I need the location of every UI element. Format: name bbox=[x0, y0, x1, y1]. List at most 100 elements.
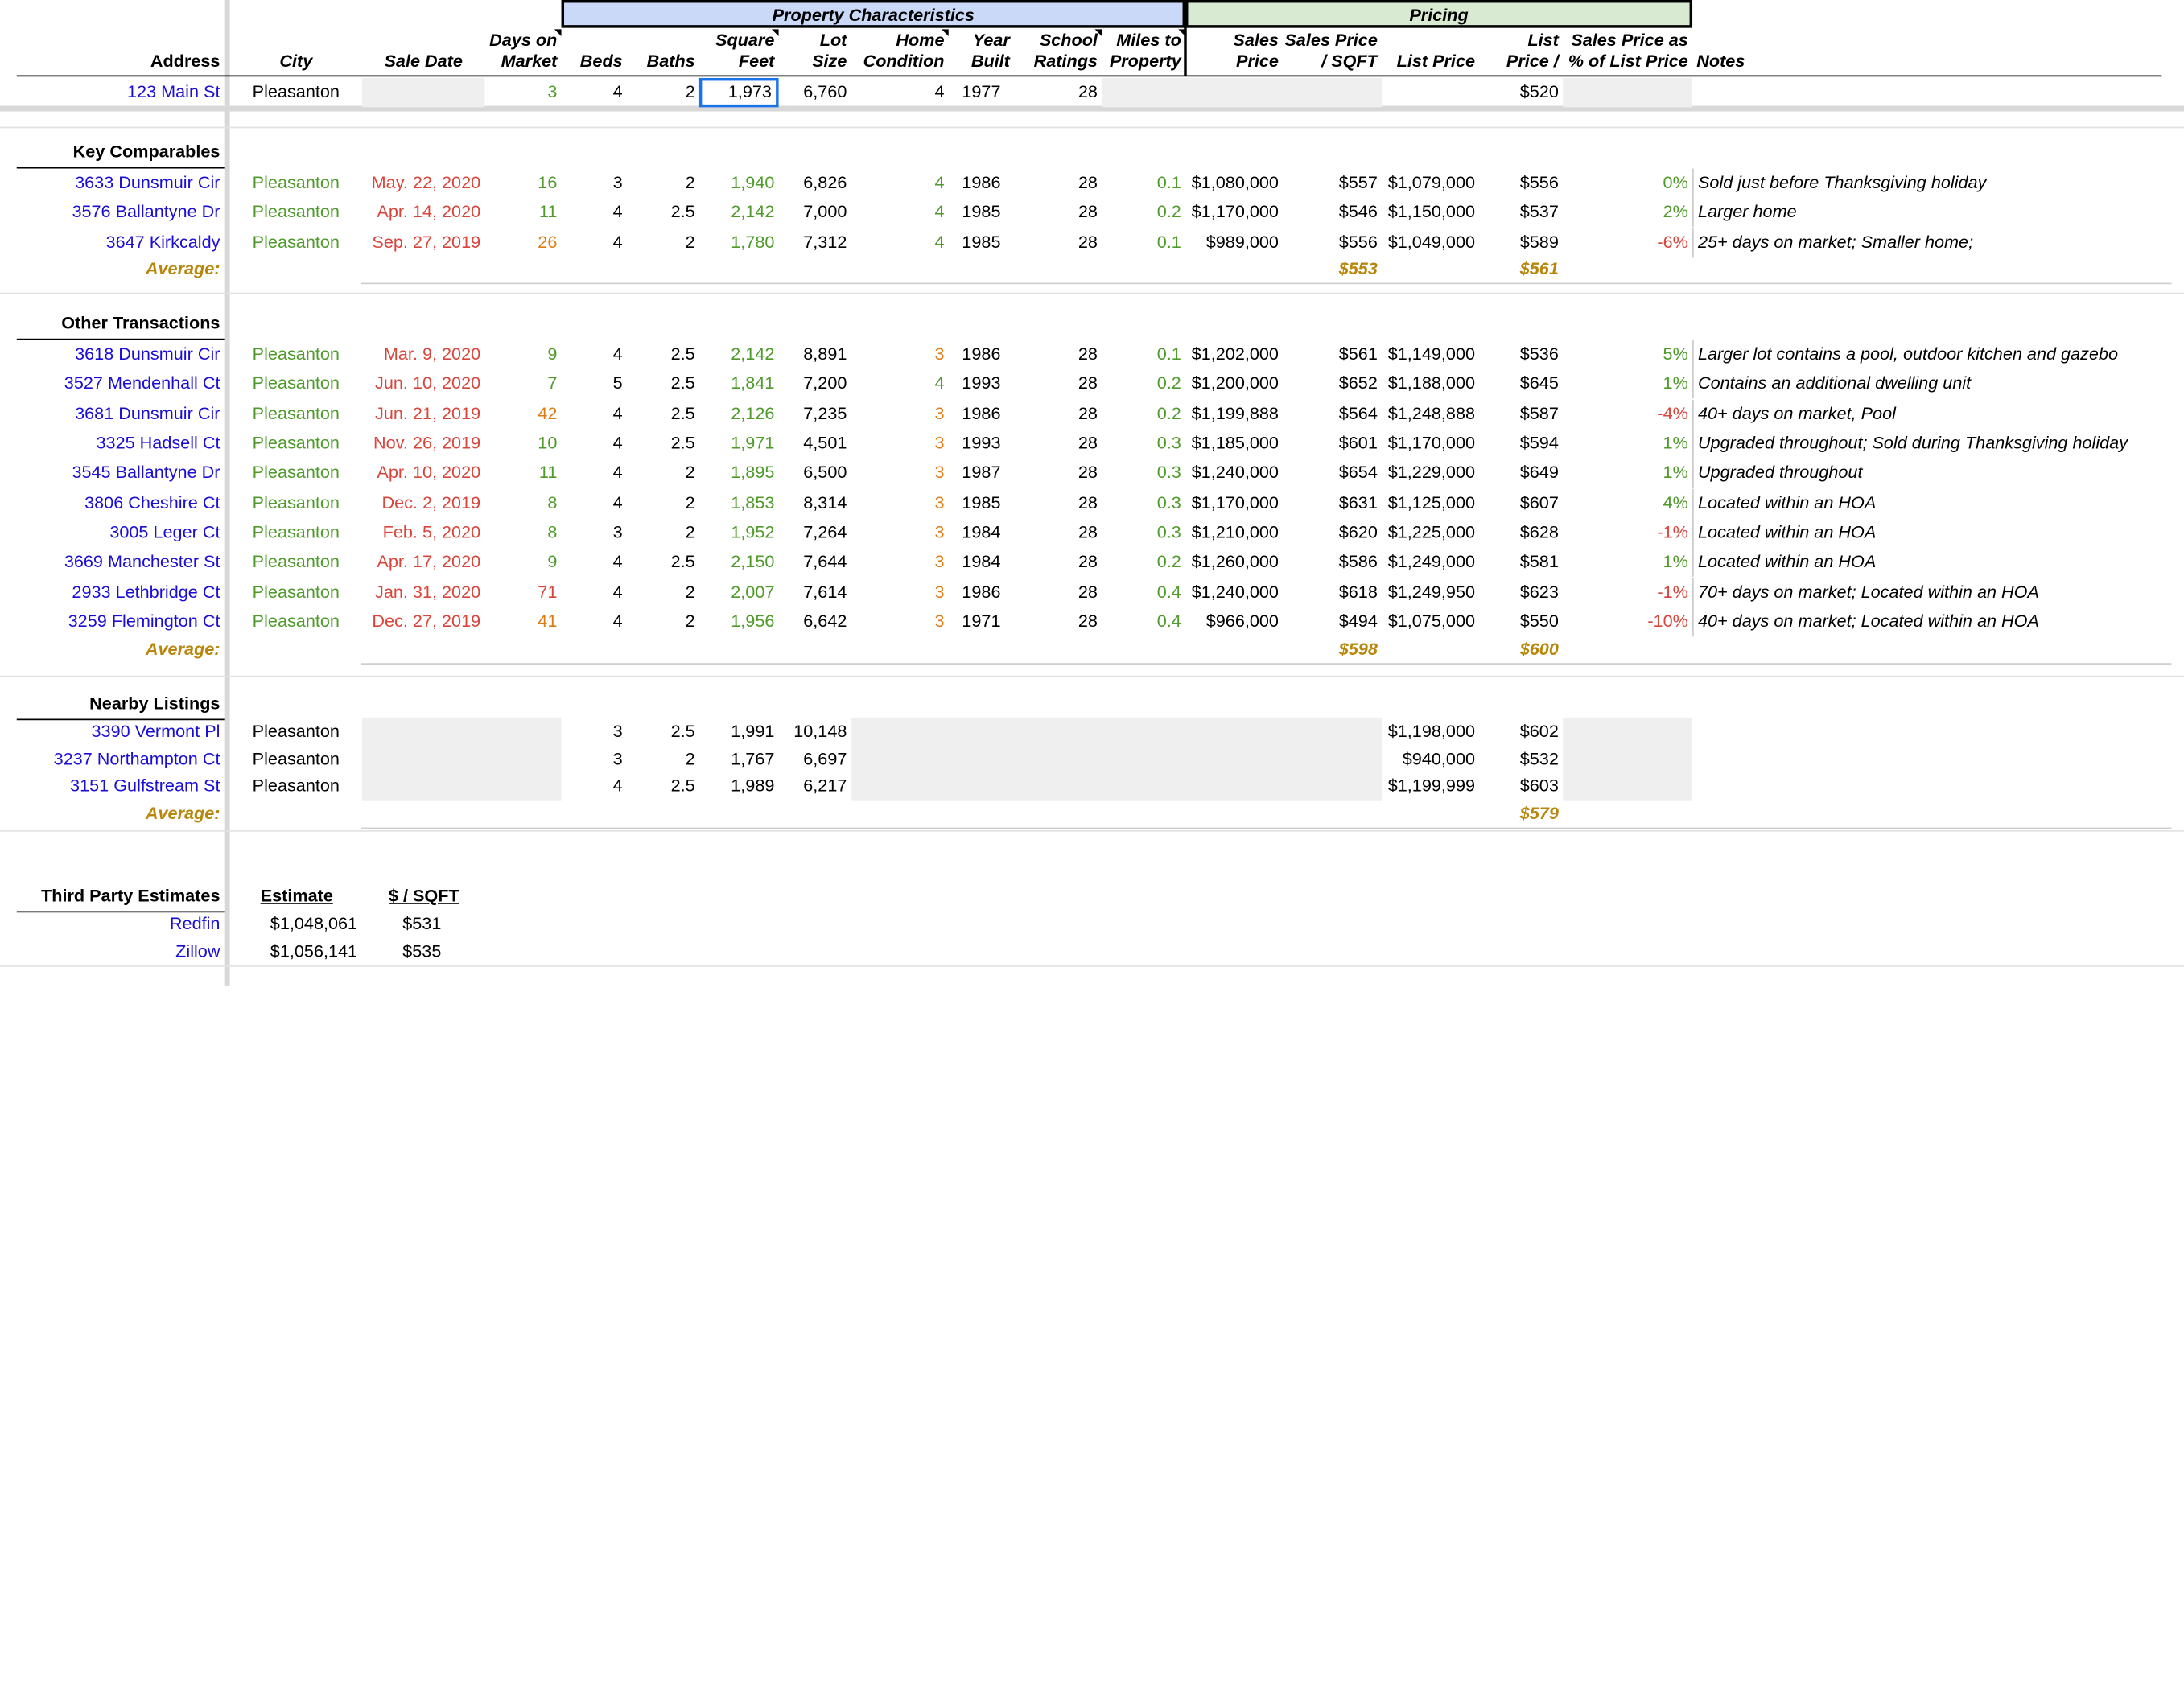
column-header-list-price[interactable]: List Price bbox=[1382, 28, 1479, 76]
cell-city[interactable]: Pleasanton bbox=[230, 399, 362, 428]
pct-empty[interactable] bbox=[1563, 744, 1693, 775]
cell-year[interactable]: 1985 bbox=[949, 488, 1014, 517]
cell-lp[interactable]: $1,199,999 bbox=[1382, 772, 1479, 801]
cell-cond[interactable]: 4 bbox=[851, 78, 949, 107]
cell-year[interactable]: 1971 bbox=[949, 607, 1014, 636]
cell-cond[interactable]: 4 bbox=[851, 369, 949, 398]
cell-lp[interactable]: $1,249,000 bbox=[1382, 548, 1479, 577]
cell-date[interactable]: Apr. 17, 2020 bbox=[362, 548, 484, 577]
cell-sqft[interactable]: 1,940 bbox=[699, 169, 779, 198]
cell-lp[interactable]: $1,075,000 bbox=[1382, 607, 1479, 636]
cell-lpsf[interactable]: $520 bbox=[1479, 78, 1563, 107]
cell-school[interactable]: 28 bbox=[1014, 518, 1102, 547]
cell-date[interactable]: May. 22, 2020 bbox=[362, 169, 484, 198]
cell-spsf[interactable]: $556 bbox=[1283, 228, 1382, 257]
cell-spsf[interactable]: $601 bbox=[1283, 429, 1382, 458]
note-cell[interactable]: 70+ days on market; Located within an HO… bbox=[1692, 578, 2166, 607]
cell-lpsf[interactable]: $645 bbox=[1479, 369, 1563, 398]
cell-lp[interactable]: $1,229,000 bbox=[1382, 459, 1479, 488]
cell-pct[interactable]: -1% bbox=[1563, 578, 1692, 607]
cell-sqft[interactable]: 1,956 bbox=[699, 607, 779, 636]
cell-lot[interactable]: 4,501 bbox=[779, 429, 851, 458]
cell-lot[interactable]: 10,148 bbox=[779, 718, 851, 747]
cell-beds[interactable]: 4 bbox=[562, 548, 627, 577]
cell-miles[interactable]: 0.3 bbox=[1102, 429, 1185, 458]
cell-spsf[interactable]: $586 bbox=[1283, 548, 1382, 577]
cell-cond[interactable]: 4 bbox=[851, 169, 949, 198]
cell-lpsf[interactable]: $603 bbox=[1479, 772, 1563, 801]
cell-cond[interactable]: 3 bbox=[851, 488, 949, 517]
cell-cond[interactable]: 3 bbox=[851, 340, 949, 369]
sale-empty[interactable] bbox=[362, 772, 562, 802]
cell-cond[interactable]: 3 bbox=[851, 429, 949, 458]
address-link[interactable]: 3618 Dunsmuir Cir bbox=[17, 340, 225, 369]
cell-dom[interactable]: 8 bbox=[484, 518, 561, 547]
cell-city[interactable]: Pleasanton bbox=[230, 772, 362, 801]
estimate-source-link[interactable]: Zillow bbox=[17, 937, 225, 966]
subject-address-link[interactable]: 123 Main St bbox=[17, 78, 225, 107]
cell-dom[interactable]: 9 bbox=[484, 340, 561, 369]
cell-lpsf[interactable]: $556 bbox=[1479, 169, 1563, 198]
cell-date[interactable]: Mar. 9, 2020 bbox=[362, 340, 484, 369]
cell-date[interactable]: Apr. 14, 2020 bbox=[362, 198, 484, 227]
cell-beds[interactable]: 3 bbox=[562, 718, 627, 747]
cell-lot[interactable]: 7,235 bbox=[779, 399, 851, 428]
cell-year[interactable]: 1986 bbox=[949, 399, 1014, 428]
cell-school[interactable]: 28 bbox=[1014, 399, 1102, 428]
cell-city[interactable]: Pleasanton bbox=[230, 228, 362, 257]
cell-lot[interactable]: 7,000 bbox=[779, 198, 851, 227]
cell-date[interactable]: Apr. 10, 2020 bbox=[362, 459, 484, 488]
cell-sp[interactable]: $1,080,000 bbox=[1185, 169, 1283, 198]
address-link[interactable]: 3576 Ballantyne Dr bbox=[17, 198, 225, 227]
address-link[interactable]: 3806 Cheshire Ct bbox=[17, 488, 225, 517]
cell-beds[interactable]: 4 bbox=[562, 399, 627, 428]
cell-lp[interactable]: $1,079,000 bbox=[1382, 169, 1479, 198]
column-header-baths[interactable]: Baths bbox=[627, 28, 699, 76]
cell-spsf[interactable]: $631 bbox=[1283, 488, 1382, 517]
pricing-empty[interactable] bbox=[1102, 77, 1383, 108]
cell-pct[interactable]: 1% bbox=[1563, 369, 1692, 398]
cell-baths[interactable]: 2 bbox=[627, 169, 699, 198]
cell-sqft[interactable]: 1,780 bbox=[699, 228, 779, 257]
cell-pct[interactable]: 4% bbox=[1563, 488, 1692, 517]
cell-year[interactable]: 1993 bbox=[949, 369, 1014, 398]
cell-beds[interactable]: 4 bbox=[562, 429, 627, 458]
cell-sp[interactable]: $1,200,000 bbox=[1185, 369, 1283, 398]
cell-dom[interactable]: 42 bbox=[484, 399, 561, 428]
cell-date[interactable]: Dec. 2, 2019 bbox=[362, 488, 484, 517]
cell-spsf[interactable]: $546 bbox=[1283, 198, 1382, 227]
cell-miles[interactable]: 0.2 bbox=[1102, 198, 1185, 227]
cell-lot[interactable]: 7,614 bbox=[779, 578, 851, 607]
sale-empty[interactable] bbox=[362, 717, 562, 747]
cell-city[interactable]: Pleasanton bbox=[230, 578, 362, 607]
cell-sqft[interactable]: 1,853 bbox=[699, 488, 779, 517]
cell-sqft[interactable]: 1,952 bbox=[699, 518, 779, 547]
cell-city[interactable]: Pleasanton bbox=[230, 548, 362, 577]
cell-beds[interactable]: 4 bbox=[562, 78, 627, 107]
cell-lot[interactable]: 8,314 bbox=[779, 488, 851, 517]
cell-sp[interactable]: $989,000 bbox=[1185, 228, 1283, 257]
cell-beds[interactable]: 4 bbox=[562, 228, 627, 257]
address-link[interactable]: 2933 Lethbridge Ct bbox=[17, 578, 225, 607]
cell-spsf[interactable]: $652 bbox=[1283, 369, 1382, 398]
cell-lp[interactable]: $1,170,000 bbox=[1382, 429, 1479, 458]
cell-sqft[interactable]: 2,142 bbox=[699, 340, 779, 369]
sale-empty[interactable] bbox=[362, 744, 562, 775]
column-header-lot-size[interactable]: Lot Size bbox=[779, 28, 851, 76]
cell-city[interactable]: Pleasanton bbox=[230, 745, 362, 774]
cell-lp[interactable]: $1,150,000 bbox=[1382, 198, 1479, 227]
cell-miles[interactable]: 0.4 bbox=[1102, 607, 1185, 636]
cell-baths[interactable]: 2.5 bbox=[627, 369, 699, 398]
cell-sp[interactable]: $1,185,000 bbox=[1185, 429, 1283, 458]
address-link[interactable]: 3647 Kirkcaldy bbox=[17, 228, 225, 257]
cell-lpsf[interactable]: $589 bbox=[1479, 228, 1563, 257]
cell-dom[interactable]: 9 bbox=[484, 548, 561, 577]
column-header-miles-to-property[interactable]: Miles to Property bbox=[1102, 28, 1185, 76]
cell-year[interactable]: 1985 bbox=[949, 228, 1014, 257]
column-header-year-built[interactable]: Year Built bbox=[949, 28, 1014, 76]
cell-beds[interactable]: 4 bbox=[562, 578, 627, 607]
cell-beds[interactable]: 5 bbox=[562, 369, 627, 398]
cell-spsf[interactable]: $618 bbox=[1283, 578, 1382, 607]
cell-pct[interactable]: -6% bbox=[1563, 228, 1692, 257]
column-header-days-on-market[interactable]: Days on Market bbox=[484, 28, 561, 76]
